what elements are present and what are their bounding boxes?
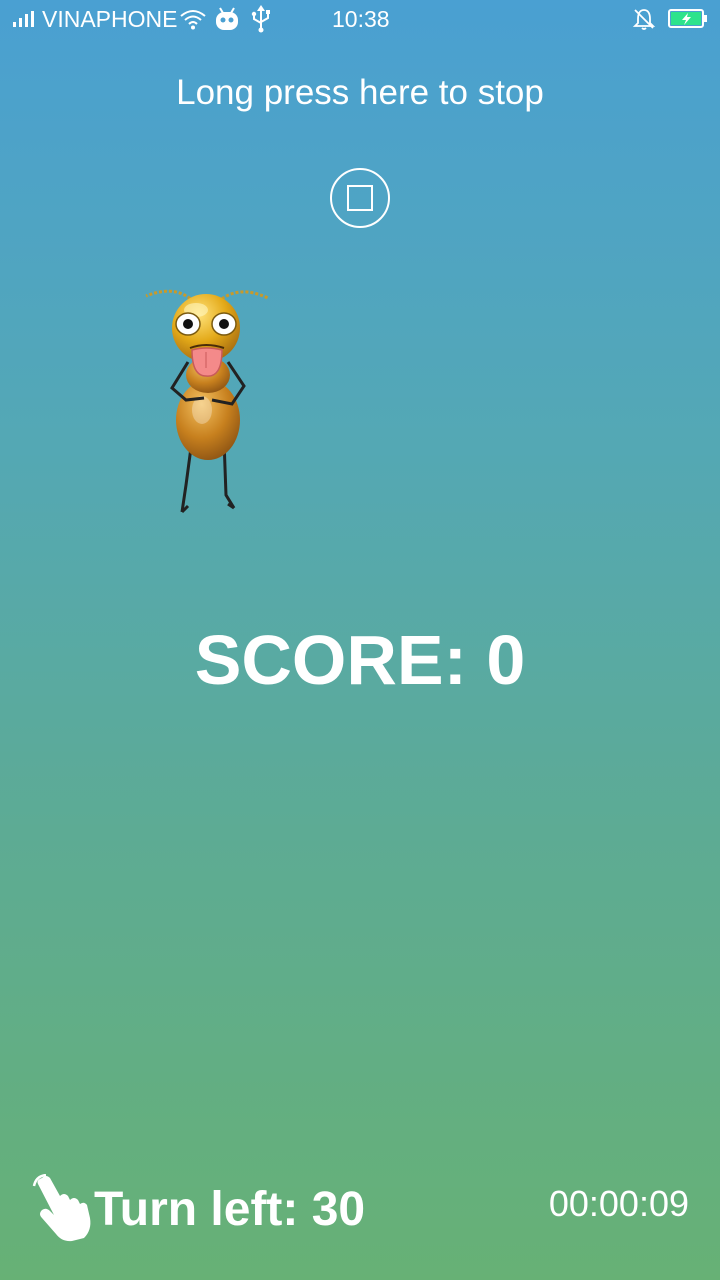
status-bar: VINAPHONE 10:38 bbox=[0, 0, 720, 38]
wifi-icon bbox=[180, 10, 206, 30]
stop-button[interactable] bbox=[330, 168, 390, 228]
carrier-name: VINAPHONE bbox=[42, 6, 178, 32]
turns-left-label: Turn left: 30 bbox=[94, 1183, 366, 1236]
status-time: 10:38 bbox=[332, 6, 390, 32]
hand-tap-icon bbox=[32, 1174, 91, 1242]
game-timer: 00:00:09 bbox=[548, 1183, 689, 1224]
muted-bell-icon bbox=[632, 9, 656, 30]
battery-charging-icon bbox=[668, 9, 707, 28]
signal-icon bbox=[13, 11, 34, 27]
score-display: SCORE: 0 bbox=[194, 621, 526, 699]
usb-icon bbox=[251, 5, 270, 33]
android-robot-icon bbox=[216, 7, 238, 30]
stop-square-icon bbox=[347, 185, 373, 211]
stop-hint-text[interactable]: Long press here to stop bbox=[0, 70, 720, 116]
ant-character[interactable] bbox=[136, 280, 276, 520]
